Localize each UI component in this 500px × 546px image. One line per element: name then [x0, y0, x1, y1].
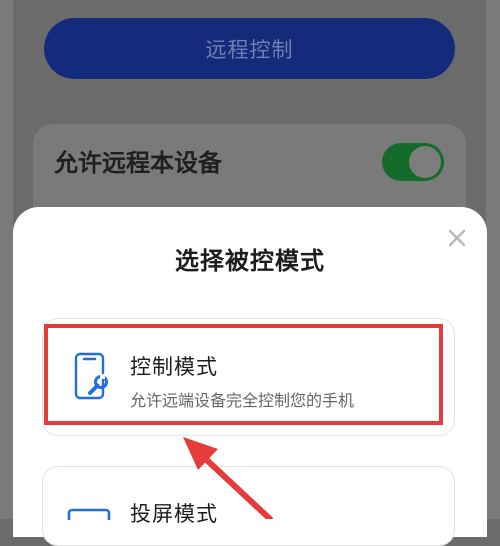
- annotation-arrow: [183, 437, 273, 519]
